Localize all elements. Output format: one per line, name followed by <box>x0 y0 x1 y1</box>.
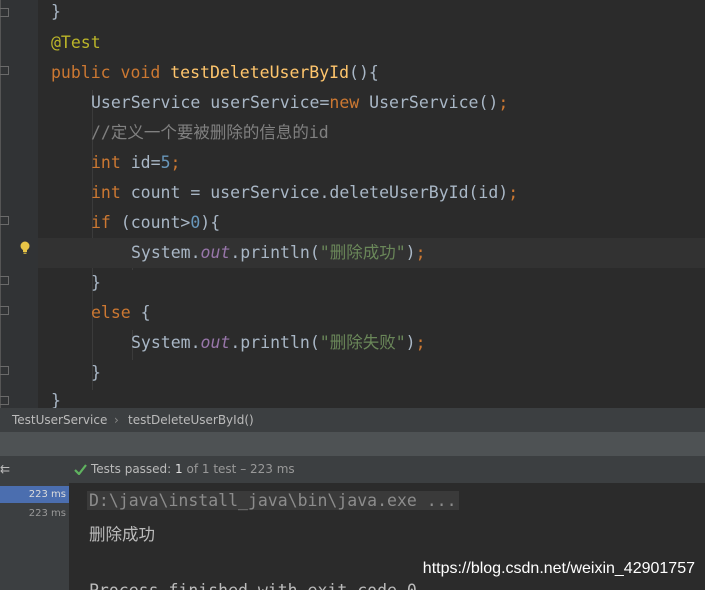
code-line: System.out.println("删除失败"); <box>131 333 426 352</box>
code-line: if (count>0){ <box>91 213 221 232</box>
code-line: } <box>51 391 61 408</box>
code-line: } <box>91 363 101 382</box>
status-label: Tests passed: 1 of 1 test – 223 ms <box>91 462 295 476</box>
breadcrumb-class[interactable]: TestUserService <box>12 408 107 432</box>
pin-icon[interactable]: ⇇ <box>0 456 10 483</box>
watermark: https://blog.csdn.net/weixin_42901757 <box>422 560 695 577</box>
run-status-bar: ⇇ Tests passed: 1 of 1 test – 223 ms <box>0 456 705 484</box>
breadcrumb-separator: › <box>114 413 119 427</box>
code-editor[interactable]: } @Test public void testDeleteUserById()… <box>0 0 705 408</box>
console-command-line[interactable]: D:\java\install_java\bin\java.exe ... <box>87 491 459 510</box>
test-tree-row[interactable]: 223 ms <box>0 505 69 522</box>
code-line: //定义一个要被删除的信息的id <box>91 123 329 142</box>
breadcrumb-method[interactable]: testDeleteUserById() <box>128 408 254 432</box>
console-exit-line: Process finished with exit code 0 <box>89 581 417 590</box>
code-line: } <box>51 2 61 21</box>
code-line-current: System.out.println("删除成功"); <box>38 238 705 268</box>
code-line: int id=5; <box>91 153 181 172</box>
code-line: } <box>91 273 101 292</box>
code-line: public void testDeleteUserById(){ <box>51 63 379 82</box>
tool-window-strip <box>0 432 705 456</box>
breadcrumb: TestUserService › testDeleteUserById() <box>0 408 705 432</box>
code-line: @Test <box>51 33 101 52</box>
lightbulb-icon[interactable] <box>19 241 31 255</box>
test-tree: 223 ms 223 ms <box>0 483 69 590</box>
code-line: int count = userService.deleteUserById(i… <box>91 183 519 202</box>
console-output-line: 删除成功 <box>89 525 155 544</box>
test-tree-row[interactable]: 223 ms <box>0 486 69 503</box>
checkmark-icon <box>74 464 87 475</box>
code-line: else { <box>91 303 151 322</box>
code-line: UserService userService=new UserService(… <box>91 93 509 112</box>
